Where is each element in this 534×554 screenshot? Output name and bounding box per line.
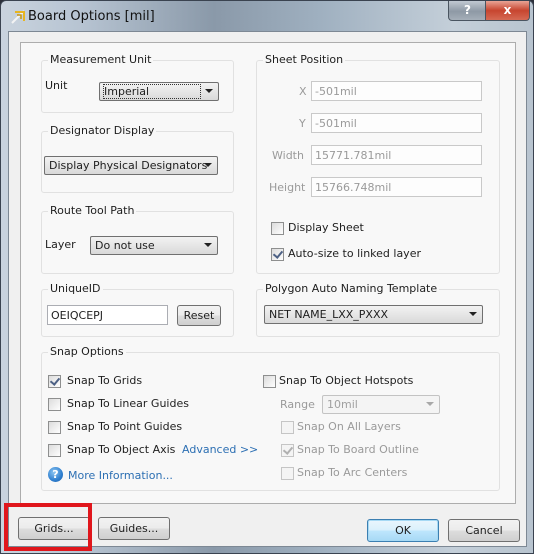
route-tool-path-group: Route Tool Path Layer Do not use [41, 204, 234, 274]
unique-id-value: OEIQCEPJ [51, 309, 104, 322]
ok-button[interactable]: OK [367, 519, 439, 542]
close-button[interactable]: x [485, 1, 530, 21]
x-field[interactable]: -501mil [311, 81, 482, 101]
route-tool-path-label: Route Tool Path [48, 204, 137, 217]
width-field[interactable]: 15771.781mil [311, 145, 482, 165]
y-value: -501mil [315, 117, 357, 130]
snap-to-point-guides-label: Snap To Point Guides [67, 420, 183, 433]
width-label: Width [272, 149, 304, 162]
snap-on-all-layers-label: Snap On All Layers [297, 420, 401, 433]
snap-to-object-axis-label: Snap To Object Axis [67, 443, 176, 456]
designator-display-label: Designator Display [48, 124, 157, 137]
y-field[interactable]: -501mil [311, 113, 482, 133]
range-select[interactable]: 10mil [322, 395, 440, 414]
autosize-label: Auto-size to linked layer [288, 247, 421, 260]
board-options-dialog: Board Options [mil] ? x Measurement Unit… [0, 0, 534, 554]
snap-to-board-outline-label: Snap To Board Outline [297, 443, 419, 456]
polygon-naming-label: Polygon Auto Naming Template [263, 282, 440, 295]
measurement-unit-group: Measurement Unit Unit Imperial [41, 53, 234, 113]
dialog-client: Measurement Unit Unit Imperial Designato… [8, 31, 527, 547]
snap-to-board-outline-checkbox[interactable] [281, 444, 294, 457]
chevron-down-icon [204, 243, 212, 247]
board-options-icon [11, 10, 25, 24]
layer-value: Do not use [95, 239, 155, 252]
more-information-link[interactable]: More Information... [68, 469, 173, 482]
y-label: Y [299, 117, 306, 130]
designator-display-group: Designator Display Display Physical Desi… [41, 124, 234, 193]
snap-to-grids-checkbox[interactable] [48, 375, 61, 388]
layer-select[interactable]: Do not use [90, 236, 218, 255]
polygon-naming-select[interactable]: NET NAME_LXX_PXXX [264, 305, 483, 324]
unique-id-label: UniqueID [48, 282, 103, 295]
measurement-unit-label: Measurement Unit [48, 53, 154, 66]
sheet-position-group: Sheet Position X -501mil Y -501mil Width… [256, 53, 500, 274]
chevron-down-icon [469, 312, 477, 316]
unique-id-field[interactable]: OEIQCEPJ [47, 305, 168, 325]
height-value: 15766.748mil [315, 181, 392, 194]
help-circle-icon[interactable]: ? [48, 467, 63, 482]
display-sheet-label: Display Sheet [288, 221, 364, 234]
reset-button[interactable]: Reset [177, 305, 221, 326]
designator-display-value: Display Physical Designators [49, 159, 208, 172]
unit-select[interactable]: Imperial [99, 82, 219, 101]
snap-on-all-layers-checkbox[interactable] [281, 421, 294, 434]
grids-button-highlight [4, 503, 92, 551]
snap-options-group: Snap Options Snap To Grids Snap To Linea… [41, 345, 500, 491]
polygon-naming-value: NET NAME_LXX_PXXX [269, 308, 389, 321]
snap-to-point-guides-checkbox[interactable] [48, 421, 61, 434]
range-value: 10mil [327, 398, 358, 411]
unit-value: Imperial [103, 84, 201, 99]
autosize-checkbox[interactable] [271, 248, 284, 261]
unique-id-group: UniqueID OEIQCEPJ Reset [41, 282, 234, 337]
cancel-button[interactable]: Cancel [448, 519, 520, 542]
snap-to-linear-guides-checkbox[interactable] [48, 398, 61, 411]
layer-label: Layer [45, 238, 76, 251]
x-label: X [299, 85, 307, 98]
window-title: Board Options [mil] [28, 9, 155, 24]
snap-options-label: Snap Options [48, 345, 126, 358]
help-button[interactable]: ? [448, 1, 487, 21]
polygon-naming-group: Polygon Auto Naming Template NET NAME_LX… [256, 282, 500, 337]
snap-to-object-hotspots-checkbox[interactable] [263, 375, 276, 388]
height-field[interactable]: 15766.748mil [311, 177, 482, 197]
height-label: Height [269, 181, 306, 194]
range-label: Range [280, 398, 315, 411]
snap-to-arc-centers-checkbox[interactable] [281, 467, 294, 480]
snap-to-object-hotspots-label: Snap To Object Hotspots [279, 374, 414, 387]
snap-to-linear-guides-label: Snap To Linear Guides [67, 397, 189, 410]
advanced-link[interactable]: Advanced >> [182, 443, 258, 456]
sheet-position-label: Sheet Position [263, 53, 346, 66]
title-bar[interactable]: Board Options [mil] ? x [1, 1, 533, 31]
width-value: 15771.781mil [315, 149, 392, 162]
snap-to-object-axis-checkbox[interactable] [48, 444, 61, 457]
chevron-down-icon [426, 402, 434, 406]
unit-label: Unit [45, 79, 68, 92]
snap-to-arc-centers-label: Snap To Arc Centers [297, 466, 408, 479]
designator-display-select[interactable]: Display Physical Designators [44, 156, 218, 175]
chevron-down-icon [205, 89, 213, 93]
guides-button[interactable]: Guides... [98, 517, 170, 540]
display-sheet-checkbox[interactable] [271, 222, 284, 235]
options-panel: Measurement Unit Unit Imperial Designato… [20, 42, 516, 504]
chevron-down-icon [204, 163, 212, 167]
x-value: -501mil [315, 85, 357, 98]
snap-to-grids-label: Snap To Grids [67, 374, 143, 387]
